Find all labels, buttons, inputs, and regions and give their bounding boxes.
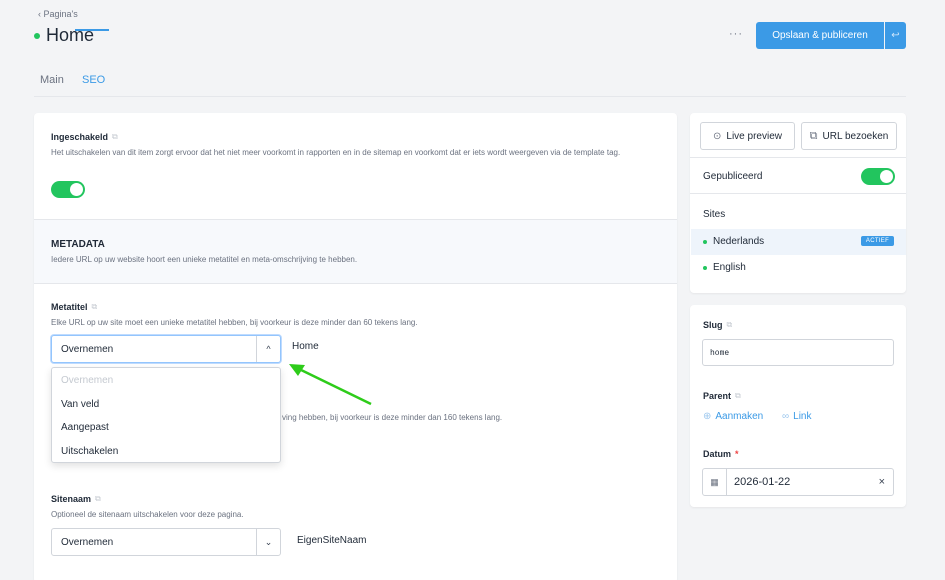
metatitle-dropdown: Overnemen Van veld Aangepast Uitschakele…: [51, 367, 281, 463]
toggle-knob: [880, 170, 893, 183]
tab-bar: Main SEO: [34, 66, 906, 97]
add-icon: ⊕: [703, 411, 712, 422]
metadesc-help: ving hebben, bij voorkeur is deze minder…: [282, 413, 503, 422]
toggle-knob: [70, 183, 83, 196]
clear-icon[interactable]: ×: [879, 476, 885, 488]
sitename-preview: EigenSiteNaam: [297, 535, 367, 546]
tab-main[interactable]: Main: [40, 74, 64, 86]
slug-input[interactable]: home: [702, 339, 894, 366]
required-marker: *: [735, 449, 739, 459]
enabled-label-text: Ingeschakeld: [51, 132, 109, 142]
metadata-section: METADATA Iedere URL op uw website hoort …: [34, 219, 677, 284]
enabled-toggle[interactable]: [51, 181, 85, 198]
active-tab-indicator: [75, 29, 109, 31]
metatitle-select[interactable]: Overnemen ^: [51, 335, 281, 363]
live-preview-label: Live preview: [726, 130, 782, 142]
slug-label: Slug ⧉: [703, 320, 732, 330]
sitename-select-value: Overnemen: [61, 537, 114, 548]
parent-create-link[interactable]: ⊕ Aanmaken: [703, 411, 763, 422]
return-icon: ↩: [891, 30, 900, 41]
sites-title: Sites: [703, 209, 726, 220]
parent-link-link[interactable]: ∞ Link: [782, 411, 812, 422]
visit-url-label: URL bezoeken: [822, 130, 889, 142]
metatitle-help: Elke URL op uw site moet een unieke meta…: [51, 318, 418, 327]
divider: [690, 193, 906, 194]
translate-icon: ⧉: [95, 494, 101, 503]
metatitle-label: Metatitel ⧉: [51, 302, 97, 312]
translate-icon: ⧉: [112, 132, 118, 141]
external-link-icon: ⧉: [809, 129, 818, 142]
metatitle-select-value: Overnemen: [61, 344, 114, 355]
chevron-up-icon[interactable]: ^: [256, 336, 280, 362]
publish-options-button[interactable]: ↩: [885, 22, 906, 49]
translate-icon: ⧉: [735, 391, 741, 400]
breadcrumb[interactable]: ‹ Pagina's: [38, 9, 78, 19]
translate-icon: ⧉: [91, 302, 98, 311]
enabled-help: Het uitschakelen van dit item zorgt ervo…: [51, 148, 621, 157]
metatitle-preview: Home: [292, 341, 319, 352]
site-name: English: [713, 262, 746, 273]
chevron-down-icon[interactable]: ⌄: [256, 529, 280, 555]
visit-url-button[interactable]: ⧉ URL bezoeken: [801, 122, 897, 150]
link-icon: ∞: [782, 411, 790, 422]
more-actions-button[interactable]: ···: [729, 28, 743, 40]
dropdown-option[interactable]: Van veld: [61, 399, 99, 410]
dropdown-option[interactable]: Uitschakelen: [61, 446, 118, 457]
published-toggle[interactable]: [861, 168, 895, 185]
sitename-select[interactable]: Overnemen ⌄: [51, 528, 281, 556]
site-name: Nederlands: [713, 236, 765, 247]
parent-label-text: Parent: [703, 391, 732, 401]
sitename-label-text: Sitenaam: [51, 494, 92, 504]
parent-link-label: Link: [793, 411, 812, 422]
slug-value: home: [710, 349, 730, 358]
slug-label-text: Slug: [703, 320, 723, 330]
date-label-text: Datum: [703, 449, 732, 459]
dropdown-option[interactable]: Aangepast: [61, 422, 109, 433]
save-publish-button[interactable]: Opslaan & publiceren: [756, 22, 884, 49]
enabled-label: Ingeschakeld ⧉: [51, 132, 118, 142]
metatitle-label-text: Metatitel: [51, 302, 88, 312]
parent-label: Parent ⧉: [703, 391, 741, 401]
site-status-dot: [703, 239, 707, 244]
date-value: 2026-01-22: [734, 476, 791, 488]
metadata-title: METADATA: [51, 239, 105, 250]
sitename-help: Optioneel de sitenaam uitschakelen voor …: [51, 510, 244, 519]
status-dot: [34, 32, 40, 39]
eye-icon: ⊙: [713, 130, 722, 142]
date-input[interactable]: ▦ 2026-01-22 ×: [702, 468, 894, 496]
metadata-help: Iedere URL op uw website hoort een uniek…: [51, 255, 358, 264]
tab-seo[interactable]: SEO: [82, 74, 105, 86]
date-label: Datum *: [703, 449, 739, 459]
site-status-dot: [703, 265, 707, 270]
divider: [690, 157, 906, 158]
calendar-icon[interactable]: ▦: [703, 469, 727, 495]
parent-create-label: Aanmaken: [715, 411, 764, 422]
annotation-arrow: [289, 364, 372, 406]
live-preview-button[interactable]: ⊙ Live preview: [700, 122, 795, 150]
site-item-nederlands[interactable]: Nederlands: [703, 236, 764, 247]
translate-icon: ⧉: [726, 320, 733, 329]
sitename-label: Sitenaam ⧉: [51, 494, 101, 504]
site-item-english[interactable]: English: [703, 262, 746, 273]
active-badge: ACTIEF: [861, 236, 894, 246]
published-label: Gepubliceerd: [703, 171, 763, 182]
dropdown-option[interactable]: Overnemen: [61, 375, 113, 386]
